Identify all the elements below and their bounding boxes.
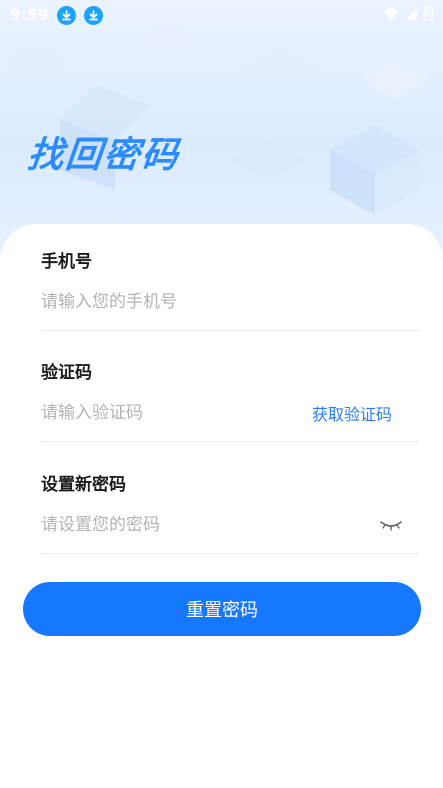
password-field: 设置新密码 [41,473,420,554]
password-divider [41,553,420,554]
wifi-icon [383,6,399,25]
phone-input[interactable] [41,292,420,312]
download-icon [83,5,103,25]
phone-field: 手机号 [41,250,420,331]
status-bar: 9:59 [0,0,443,30]
page-title: 找回密码 [25,135,182,176]
code-row: 获取验证码 [41,400,420,426]
code-divider [41,441,420,442]
reset-password-button[interactable]: 重置密码 [23,582,421,636]
password-input[interactable] [41,515,378,535]
get-code-button[interactable]: 获取验证码 [312,401,392,425]
phone-row [41,289,420,315]
password-row [41,512,420,538]
signal-icon [405,6,418,25]
code-input[interactable] [41,403,312,423]
download-icon [56,5,76,25]
phone-label: 手机号 [41,252,92,272]
status-time: 9:59 [10,6,49,24]
battery-icon [424,5,433,25]
eye-closed-icon[interactable] [378,517,404,533]
code-label: 验证码 [41,363,92,383]
phone-divider [41,330,420,331]
code-field: 验证码 获取验证码 [41,361,420,442]
password-label: 设置新密码 [41,475,126,495]
